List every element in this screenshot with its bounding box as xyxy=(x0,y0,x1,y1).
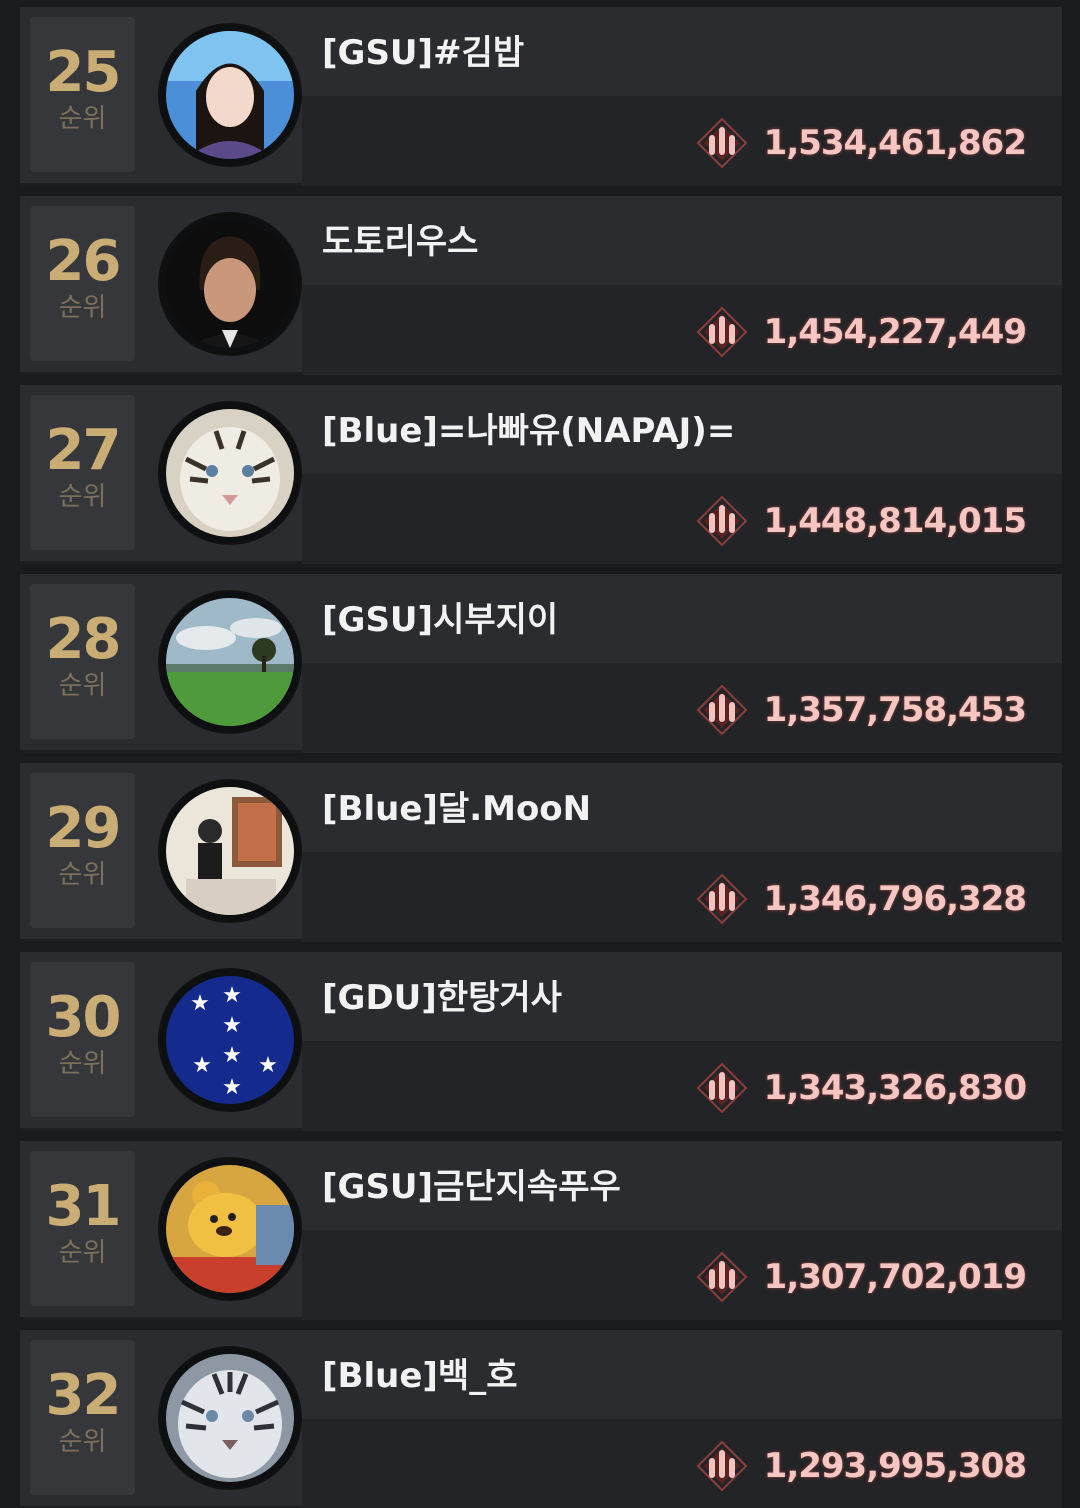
player-name: [GSU]금단지속푸우 xyxy=(322,1167,621,1207)
star-flag-icon: ★ ★ ★ ★ ★ ★ ★ xyxy=(166,976,294,1104)
portrait-icon xyxy=(166,31,294,159)
rank-number: 29 xyxy=(45,796,122,861)
rank-badge: 28 순위 xyxy=(30,584,135,739)
player-name: [Blue]=나빠유(NAPAJ)= xyxy=(322,411,736,451)
rank-label: 순위 xyxy=(58,1049,107,1079)
score-display: 1,346,796,328 xyxy=(694,871,1027,927)
rank-badge: 31 순위 xyxy=(30,1151,135,1306)
ranking-row[interactable]: 31 순위 [GSU]금단지속푸우 1,307,702,019 xyxy=(20,1141,1062,1320)
portrait-icon xyxy=(166,220,294,348)
rank-number: 25 xyxy=(45,40,122,105)
rank-number: 27 xyxy=(45,418,122,483)
score-value: 1,343,326,830 xyxy=(763,1068,1027,1108)
score-display: 1,307,702,019 xyxy=(694,1249,1027,1305)
rank-number: 32 xyxy=(45,1363,122,1428)
ammo-icon xyxy=(696,306,748,358)
rank-label: 순위 xyxy=(58,1238,107,1268)
player-name: [Blue]백_호 xyxy=(322,1356,518,1396)
svg-text:★: ★ xyxy=(190,991,210,1016)
ranking-row[interactable]: 27 순위 [Blue]=나빠유(NAPAJ)= 1,448,814,015 xyxy=(20,385,1062,564)
avatar[interactable] xyxy=(160,1348,300,1488)
ranking-row[interactable]: 32 순위 [Blue]백_호 1,293,995,308 xyxy=(20,1330,1062,1508)
rank-badge: 30 순위 xyxy=(30,962,135,1117)
rank-number: 26 xyxy=(45,229,122,294)
white-tiger-icon xyxy=(166,409,294,537)
ranking-list: 25 순위 [GSU]#김밥 1,534,461,862 26 순위 도토리우스… xyxy=(0,0,1080,1508)
svg-text:★: ★ xyxy=(222,1043,242,1068)
avatar[interactable] xyxy=(160,781,300,921)
rank-label: 순위 xyxy=(58,1427,107,1457)
score-value: 1,293,995,308 xyxy=(763,1446,1027,1486)
score-value: 1,454,227,449 xyxy=(763,312,1027,352)
ammo-icon xyxy=(696,495,748,547)
avatar[interactable] xyxy=(160,592,300,732)
player-name: [Blue]달.MooN xyxy=(322,789,592,829)
svg-text:★: ★ xyxy=(258,1053,278,1078)
svg-text:★: ★ xyxy=(192,1053,212,1078)
svg-text:★: ★ xyxy=(222,983,242,1008)
rank-badge: 25 순위 xyxy=(30,17,135,172)
ranking-row[interactable]: 26 순위 도토리우스 1,454,227,449 xyxy=(20,196,1062,375)
avatar[interactable] xyxy=(160,25,300,165)
player-name: [GDU]한탕거사 xyxy=(322,978,562,1018)
avatar[interactable]: ★ ★ ★ ★ ★ ★ ★ xyxy=(160,970,300,1110)
score-display: 1,357,758,453 xyxy=(694,682,1027,738)
svg-text:★: ★ xyxy=(222,1013,242,1038)
svg-text:★: ★ xyxy=(222,1075,242,1100)
score-value: 1,357,758,453 xyxy=(763,690,1027,730)
rank-number: 28 xyxy=(45,607,122,672)
rank-number: 31 xyxy=(45,1174,122,1239)
ammo-icon xyxy=(696,117,748,169)
score-value: 1,534,461,862 xyxy=(763,123,1027,163)
ammo-icon xyxy=(696,1251,748,1303)
player-name: 도토리우스 xyxy=(322,222,479,262)
rank-label: 순위 xyxy=(58,860,107,890)
score-value: 1,346,796,328 xyxy=(763,879,1027,919)
landscape-icon xyxy=(166,598,294,726)
score-display: 1,343,326,830 xyxy=(694,1060,1027,1116)
score-display: 1,293,995,308 xyxy=(694,1438,1027,1494)
ranking-row[interactable]: 29 순위 [Blue]달.MooN 1,346,796,328 xyxy=(20,763,1062,942)
white-tiger-icon xyxy=(166,1354,294,1482)
player-name: [GSU]#김밥 xyxy=(322,33,525,73)
rank-number: 30 xyxy=(45,985,122,1050)
rank-label: 순위 xyxy=(58,482,107,512)
avatar[interactable] xyxy=(160,403,300,543)
ammo-icon xyxy=(696,1062,748,1114)
score-display: 1,448,814,015 xyxy=(694,493,1027,549)
avatar[interactable] xyxy=(160,214,300,354)
score-display: 1,454,227,449 xyxy=(694,304,1027,360)
ammo-icon xyxy=(696,1440,748,1492)
rank-label: 순위 xyxy=(58,293,107,323)
rank-label: 순위 xyxy=(58,671,107,701)
rank-badge: 26 순위 xyxy=(30,206,135,361)
player-name: [GSU]시부지이 xyxy=(322,600,559,640)
rank-label: 순위 xyxy=(58,104,107,134)
pooh-bear-icon xyxy=(166,1165,294,1293)
ranking-row[interactable]: 30 순위 ★ ★ ★ ★ ★ ★ ★ [GDU]한탕거사 1,343,326,… xyxy=(20,952,1062,1131)
avatar[interactable] xyxy=(160,1159,300,1299)
ammo-icon xyxy=(696,684,748,736)
photo-icon xyxy=(166,787,294,915)
ranking-row[interactable]: 25 순위 [GSU]#김밥 1,534,461,862 xyxy=(20,7,1062,186)
ranking-row[interactable]: 28 순위 [GSU]시부지이 1,357,758,453 xyxy=(20,574,1062,753)
rank-badge: 27 순위 xyxy=(30,395,135,550)
rank-badge: 29 순위 xyxy=(30,773,135,928)
score-value: 1,307,702,019 xyxy=(763,1257,1027,1297)
rank-badge: 32 순위 xyxy=(30,1340,135,1495)
ammo-icon xyxy=(696,873,748,925)
score-display: 1,534,461,862 xyxy=(694,115,1027,171)
score-value: 1,448,814,015 xyxy=(763,501,1027,541)
